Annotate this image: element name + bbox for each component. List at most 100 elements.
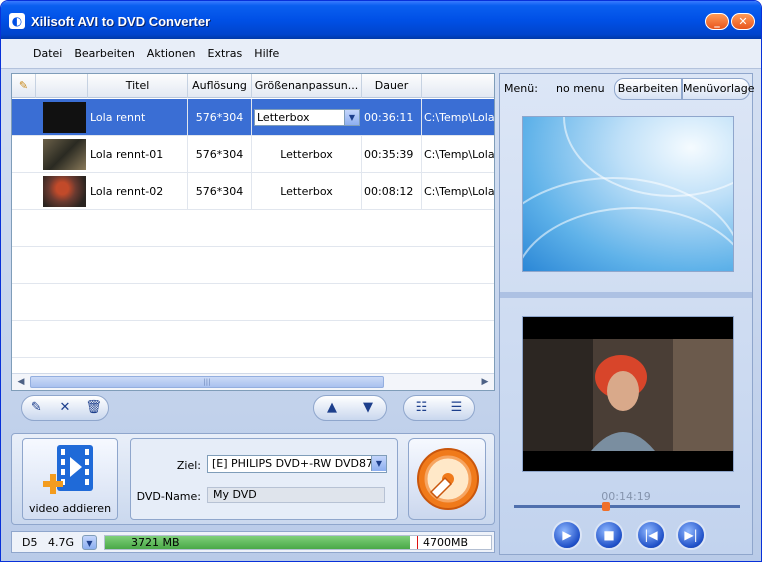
- play-icon: ▶: [562, 528, 572, 542]
- preview-panel: Menü: no menu Bearbeiten Menüvorlage 00:…: [499, 73, 755, 555]
- cell-duration: 00:36:11: [364, 99, 422, 136]
- stop-button[interactable]: ■: [594, 520, 624, 550]
- cell-resolution: 576*304: [188, 136, 252, 173]
- table-row[interactable]: Lola rennt 576*304 Letterbox ▼ 00:36:11 …: [12, 99, 494, 136]
- empty-row: [12, 247, 494, 284]
- menu-preview: [522, 116, 734, 272]
- cell-title: Lola rennt: [90, 99, 188, 136]
- column-header-title[interactable]: Titel: [88, 74, 188, 98]
- previous-button[interactable]: |◀: [636, 520, 666, 550]
- video-preview: [522, 316, 734, 472]
- next-button[interactable]: ▶|: [676, 520, 706, 550]
- column-header-resize[interactable]: Größenanpassun...: [252, 74, 362, 98]
- menu-template-button[interactable]: Menüvorlage: [682, 78, 755, 100]
- menu-aktionen[interactable]: Aktionen: [147, 47, 196, 60]
- disc-type: D5: [22, 536, 38, 549]
- video-frame: [523, 317, 733, 471]
- chevron-down-icon[interactable]: ▼: [371, 456, 386, 471]
- cell-resize: Letterbox: [252, 173, 362, 210]
- menu-bearbeiten[interactable]: Bearbeiten: [74, 47, 134, 60]
- column-header-duration[interactable]: Dauer: [362, 74, 422, 98]
- cell-path: C:\Temp\Lola r: [424, 185, 495, 198]
- output-panel: video addieren Ziel: [E] PHILIPS DVD+-RW…: [11, 433, 495, 525]
- burn-button[interactable]: [408, 438, 486, 520]
- target-label: Ziel:: [176, 459, 201, 472]
- title-bar[interactable]: ◐ Xilisoft AVI to DVD Converter _ ✕: [1, 1, 761, 39]
- panel-divider[interactable]: [500, 292, 752, 298]
- window-title: Xilisoft AVI to DVD Converter: [31, 14, 211, 29]
- video-thumbnail: [43, 102, 86, 133]
- column-header-path[interactable]: [422, 74, 494, 98]
- seek-knob[interactable]: [602, 502, 611, 511]
- table-row[interactable]: Lola rennt-02 576*304 Letterbox 00:08:12…: [12, 173, 494, 210]
- video-thumbnail: [43, 176, 86, 207]
- stop-icon: ■: [603, 528, 615, 542]
- menu-bar: Datei Bearbeiten Aktionen Extras Hilfe: [1, 39, 761, 69]
- table-row[interactable]: Lola rennt-01 576*304 Letterbox 00:35:39…: [12, 136, 494, 173]
- cell-title: Lola rennt-01: [90, 136, 188, 173]
- list-toolbar: ✎ ✕ 🗑 ▲ ▼ ☷ ☰: [11, 395, 495, 425]
- cell-duration: 00:08:12: [364, 173, 422, 210]
- scrollbar-thumb[interactable]: |||: [30, 376, 384, 388]
- menu-label: Menü:: [504, 82, 538, 95]
- empty-row: [12, 321, 494, 358]
- empty-row: [12, 284, 494, 321]
- cell-duration: 00:35:39: [364, 136, 422, 173]
- move-up-icon[interactable]: ▲: [321, 398, 343, 418]
- cell-resolution: 576*304: [188, 99, 252, 136]
- thumbnail-column-header[interactable]: [36, 74, 88, 98]
- edit-icon[interactable]: ✎: [25, 398, 47, 418]
- view-tools-group: ☷ ☰: [403, 395, 475, 421]
- add-video-button[interactable]: video addieren: [22, 438, 118, 520]
- menu-value: no menu: [556, 82, 605, 95]
- target-drive-value: [E] PHILIPS DVD+-RW DVD8701: [212, 457, 387, 470]
- edit-menu-button[interactable]: Bearbeiten: [614, 78, 682, 100]
- used-size: 3721 MB: [131, 536, 180, 549]
- edit-tools-group: ✎ ✕ 🗑: [21, 395, 109, 421]
- order-tools-group: ▲ ▼: [313, 395, 387, 421]
- dvd-name-field[interactable]: My DVD: [207, 487, 385, 503]
- status-bar: D5 4.7G ▼ 3721 MB 4700MB: [11, 531, 495, 553]
- capacity-bar: 3721 MB 4700MB: [104, 535, 492, 550]
- minimize-button[interactable]: _: [705, 13, 729, 30]
- dvd-settings-box: Ziel: [E] PHILIPS DVD+-RW DVD8701 ▼ DVD-…: [130, 438, 398, 520]
- capacity-limit-marker: [417, 536, 418, 549]
- horizontal-scrollbar[interactable]: ◀ ||| ▶: [12, 373, 494, 390]
- target-drive-select[interactable]: [E] PHILIPS DVD+-RW DVD8701 ▼: [207, 455, 387, 473]
- disc-size: 4.7G: [48, 536, 75, 549]
- menu-extras[interactable]: Extras: [208, 47, 243, 60]
- menu-hilfe[interactable]: Hilfe: [254, 47, 279, 60]
- skip-forward-icon: ▶|: [684, 528, 698, 542]
- scroll-left-icon[interactable]: ◀: [13, 375, 29, 389]
- resize-dropdown[interactable]: Letterbox ▼: [254, 109, 360, 126]
- burn-disc-icon: [417, 448, 479, 510]
- playback-timecode: 00:14:19: [601, 490, 651, 503]
- chevron-down-icon[interactable]: ▼: [82, 535, 97, 550]
- menu-datei[interactable]: Datei: [33, 47, 62, 60]
- file-table: ✎ Titel Auflösung Größenanpassun... Daue…: [11, 73, 495, 391]
- video-thumbnail: [43, 139, 86, 170]
- cell-title: Lola rennt-02: [90, 173, 188, 210]
- list-view-icon[interactable]: ☰: [446, 398, 468, 418]
- edit-column-header[interactable]: ✎: [12, 74, 36, 98]
- cell-resolution: 576*304: [188, 173, 252, 210]
- column-header-resolution[interactable]: Auflösung: [188, 74, 252, 98]
- seek-bar[interactable]: [514, 502, 740, 511]
- app-window: ◐ Xilisoft AVI to DVD Converter _ ✕ Date…: [0, 0, 762, 562]
- total-size: 4700MB: [423, 536, 469, 549]
- trash-icon[interactable]: 🗑: [83, 398, 105, 418]
- thumbnail-view-icon[interactable]: ☷: [411, 398, 433, 418]
- menu-selector: Menü: no menu Bearbeiten Menüvorlage: [500, 76, 755, 102]
- dvd-name-label: DVD-Name:: [136, 490, 201, 503]
- chevron-down-icon[interactable]: ▼: [344, 110, 359, 125]
- delete-icon[interactable]: ✕: [54, 398, 76, 418]
- cell-resize: Letterbox: [252, 136, 362, 173]
- play-button[interactable]: ▶: [552, 520, 582, 550]
- add-video-icon: [43, 445, 93, 494]
- scroll-right-icon[interactable]: ▶: [477, 375, 493, 389]
- close-button[interactable]: ✕: [731, 13, 755, 30]
- cell-path: C:\Temp\Lola r: [424, 148, 495, 161]
- move-down-icon[interactable]: ▼: [357, 398, 379, 418]
- pencil-icon: ✎: [18, 79, 29, 92]
- resize-dropdown-value: Letterbox: [257, 111, 310, 124]
